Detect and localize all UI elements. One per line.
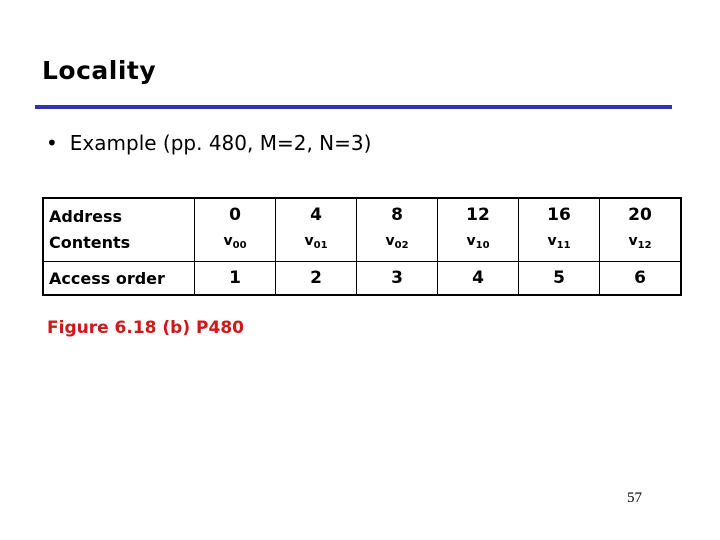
address-value: 20: [628, 204, 652, 225]
slide-title: Locality: [42, 56, 157, 85]
bullet-item: • Example (pp. 480, M=2, N=3): [46, 131, 371, 155]
table-cell: 12 v10: [437, 197, 519, 262]
contents-base: v: [304, 232, 314, 249]
contents-value: v01: [276, 228, 356, 259]
table-row-address-contents: Address Contents 0 v00 4 v01 8 v02 12 v10 16…: [42, 197, 682, 262]
table-cell: 8 v02: [356, 197, 438, 262]
row-label-cell: Address Contents: [42, 197, 195, 262]
row-label-address: Address: [49, 207, 123, 226]
table-cell: 20 v12: [599, 197, 682, 262]
contents-base: v: [547, 232, 557, 249]
contents-subscript: 10: [475, 239, 490, 251]
bullet-marker: •: [46, 131, 58, 155]
page-number: 57: [627, 490, 642, 506]
table-cell: 16 v11: [518, 197, 600, 262]
address-value: 16: [547, 204, 571, 225]
locality-table: Address Contents 0 v00 4 v01 8 v02 12 v10 16…: [42, 197, 682, 296]
contents-subscript: 12: [637, 239, 652, 251]
access-order-cell: 5: [518, 261, 600, 296]
contents-subscript: 01: [313, 239, 328, 251]
contents-subscript: 02: [394, 239, 409, 251]
contents-value: v02: [357, 228, 437, 259]
contents-base: v: [223, 232, 233, 249]
title-divider: [35, 105, 672, 109]
access-order-cell: 1: [194, 261, 276, 296]
row-label-access-order: Access order: [42, 261, 195, 296]
table-row-access-order: Access order 1 2 3 4 5 6: [42, 261, 682, 296]
address-value: 4: [310, 204, 322, 225]
contents-value: v10: [438, 228, 518, 259]
table-cell: 0 v00: [194, 197, 276, 262]
access-order-cell: 2: [275, 261, 357, 296]
address-value: 8: [391, 204, 403, 225]
contents-base: v: [628, 232, 638, 249]
access-order-cell: 4: [437, 261, 519, 296]
figure-caption: Figure 6.18 (b) P480: [47, 318, 244, 338]
address-value: 12: [466, 204, 490, 225]
contents-value: v12: [600, 228, 680, 259]
contents-subscript: 11: [556, 239, 571, 251]
contents-subscript: 00: [232, 239, 247, 251]
bullet-text: Example (pp. 480, M=2, N=3): [69, 131, 372, 155]
contents-base: v: [466, 232, 476, 249]
row-label-contents: Contents: [49, 233, 131, 252]
address-value: 0: [229, 204, 241, 225]
access-order-cell: 6: [599, 261, 682, 296]
contents-value: v00: [195, 228, 275, 259]
table-cell: 4 v01: [275, 197, 357, 262]
contents-base: v: [385, 232, 395, 249]
contents-value: v11: [519, 228, 599, 259]
access-order-cell: 3: [356, 261, 438, 296]
